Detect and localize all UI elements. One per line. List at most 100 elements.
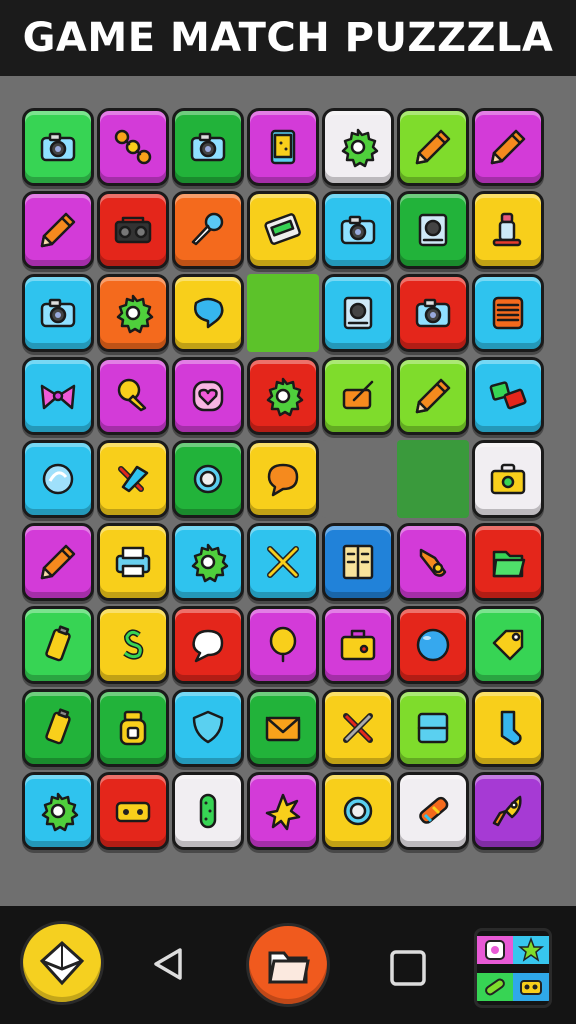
tile[interactable] [172, 440, 244, 518]
tile[interactable] [247, 357, 319, 435]
tile[interactable] [22, 357, 94, 435]
tile[interactable] [22, 440, 94, 518]
tile[interactable] [472, 689, 544, 767]
tile[interactable] [172, 772, 244, 850]
cassette-icon [264, 213, 301, 245]
tile[interactable] [97, 191, 169, 269]
tile[interactable] [172, 606, 244, 684]
tile[interactable] [97, 772, 169, 850]
tile[interactable] [97, 606, 169, 684]
tile[interactable] [97, 440, 169, 518]
camera-icon [340, 215, 376, 245]
tile[interactable] [22, 523, 94, 601]
tile[interactable] [22, 274, 94, 352]
board-area [0, 76, 576, 906]
tile[interactable] [247, 523, 319, 601]
tile[interactable] [172, 191, 244, 269]
tablet-icon [270, 129, 296, 165]
empty-slot [322, 440, 394, 518]
tile[interactable] [472, 606, 544, 684]
pen-tablet-icon [342, 380, 374, 410]
title-bar: GAME MATCH PUZZZLA [0, 0, 576, 76]
tile[interactable] [97, 689, 169, 767]
speaker-icon [343, 296, 373, 330]
game-title: GAME MATCH PUZZZLA [22, 15, 554, 61]
tile[interactable] [397, 108, 469, 186]
tile[interactable] [397, 274, 469, 352]
tile[interactable] [172, 274, 244, 352]
tag-icon [492, 629, 524, 661]
tile[interactable] [397, 357, 469, 435]
camera-icon [40, 132, 76, 162]
pencil-icon [415, 129, 451, 165]
tile[interactable] [322, 191, 394, 269]
tile[interactable] [22, 606, 94, 684]
tile[interactable] [322, 689, 394, 767]
camera-icon [40, 298, 76, 328]
battery-icon [45, 708, 71, 745]
crayon-icon [419, 796, 449, 824]
tile[interactable] [472, 357, 544, 435]
back-button[interactable] [148, 944, 188, 984]
tile[interactable] [397, 191, 469, 269]
window-icon [417, 712, 449, 744]
apps-grid-button[interactable] [474, 928, 552, 1008]
tile[interactable] [97, 274, 169, 352]
tile[interactable] [322, 772, 394, 850]
tile[interactable] [22, 689, 94, 767]
tile[interactable] [322, 523, 394, 601]
balloon-icon [269, 626, 297, 663]
folder-icon [268, 951, 310, 984]
tile[interactable] [22, 108, 94, 186]
tile[interactable] [472, 191, 544, 269]
tile[interactable] [397, 606, 469, 684]
tile[interactable] [22, 772, 94, 850]
tile[interactable] [172, 357, 244, 435]
apps-quadrant-icon [477, 972, 513, 1001]
pencil-icon [415, 378, 451, 414]
tile[interactable] [397, 772, 469, 850]
tile[interactable] [247, 440, 319, 518]
tile[interactable] [247, 606, 319, 684]
tile[interactable] [22, 191, 94, 269]
center-folder-button[interactable] [246, 923, 330, 1007]
tile[interactable] [172, 523, 244, 601]
speech-bubble-icon [192, 629, 224, 663]
tile[interactable] [247, 689, 319, 767]
tile[interactable] [172, 108, 244, 186]
pencil-icon [490, 129, 526, 165]
jar-icon [119, 710, 147, 746]
tile[interactable] [322, 274, 394, 352]
tile[interactable] [472, 523, 544, 601]
home-button[interactable] [20, 921, 104, 1005]
pushpin-icon [117, 378, 147, 412]
tile[interactable] [97, 357, 169, 435]
bottle-icon [492, 212, 522, 247]
envelope-icon [265, 716, 301, 742]
briefcase-icon [490, 463, 526, 495]
ring-icon [193, 464, 223, 494]
back-triangle-icon [154, 948, 182, 980]
tile[interactable] [247, 108, 319, 186]
tile[interactable] [97, 523, 169, 601]
speaker-icon [418, 213, 448, 247]
tile[interactable] [247, 191, 319, 269]
rocket-icon [492, 795, 522, 827]
tile[interactable] [322, 606, 394, 684]
bottom-nav-bar [0, 906, 576, 1024]
tile[interactable] [172, 689, 244, 767]
tile[interactable] [322, 357, 394, 435]
tile[interactable] [322, 108, 394, 186]
recent-apps-button[interactable] [388, 948, 428, 988]
tile[interactable] [397, 689, 469, 767]
tile[interactable] [472, 274, 544, 352]
tile[interactable] [472, 772, 544, 850]
tile[interactable] [97, 108, 169, 186]
tile[interactable] [247, 772, 319, 850]
heart-bubble-icon [194, 297, 224, 329]
apps-quadrant-icon [513, 935, 549, 964]
tile[interactable] [472, 108, 544, 186]
tile[interactable] [472, 440, 544, 518]
fidget-spinner-icon [114, 129, 152, 165]
tile[interactable] [397, 523, 469, 601]
